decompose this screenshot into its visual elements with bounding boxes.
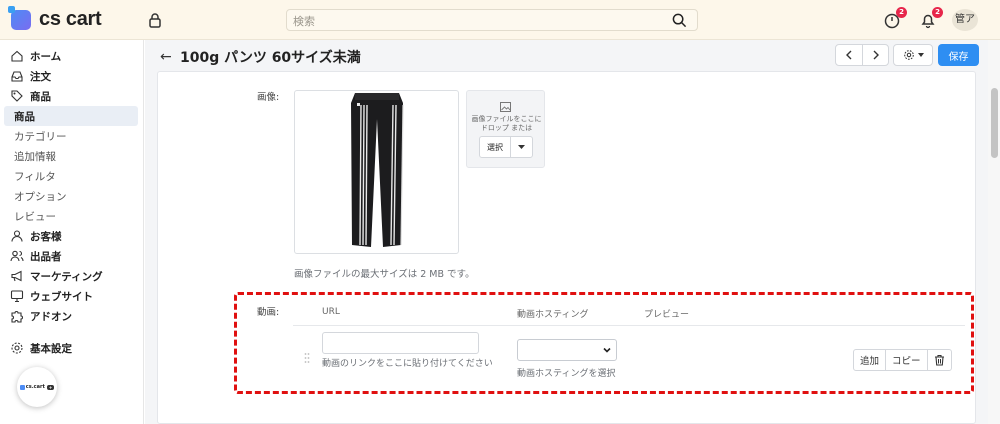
sidebar-item-website[interactable]: ウェブサイト bbox=[4, 286, 138, 306]
sidebar-subitem-options[interactable]: オプション bbox=[4, 186, 138, 206]
tag-icon bbox=[11, 90, 23, 102]
chevron-left-icon bbox=[846, 50, 852, 60]
sidebar-item-label: 基本設定 bbox=[30, 342, 72, 355]
sidebar-item-vendors[interactable]: 出品者 bbox=[4, 246, 138, 266]
back-arrow-icon[interactable]: ← bbox=[160, 49, 172, 65]
monitor-icon bbox=[10, 290, 24, 303]
video-url-help: 動画のリンクをここに貼り付けてください bbox=[322, 359, 493, 369]
table-divider bbox=[293, 325, 965, 326]
logo-icon bbox=[8, 5, 31, 30]
megaphone-icon bbox=[11, 270, 22, 282]
setup-wizard-button[interactable]: 2 bbox=[882, 7, 907, 30]
inbox-icon bbox=[11, 71, 23, 82]
sidebar-item-label: 商品 bbox=[30, 90, 51, 103]
search-icon[interactable] bbox=[672, 13, 687, 28]
users-icon bbox=[10, 250, 24, 262]
sidebar-subitem-products[interactable]: 商品 bbox=[4, 106, 138, 126]
sidebar-item-label: オプション bbox=[14, 190, 67, 203]
sidebar-item-label: お客様 bbox=[30, 230, 62, 243]
drag-handle-icon[interactable] bbox=[304, 352, 310, 364]
brand-logo[interactable]: cs cart bbox=[8, 5, 102, 31]
sidebar-item-orders[interactable]: 注文 bbox=[4, 66, 138, 86]
setup-badge: 2 bbox=[896, 7, 907, 18]
caret-down-icon bbox=[917, 53, 924, 57]
cscart-help-button[interactable]: cs.cart + bbox=[17, 367, 57, 407]
user-icon bbox=[11, 230, 23, 242]
sidebar-subitem-reviews[interactable]: レビュー bbox=[4, 206, 138, 226]
drop-instructions: 画像ファイルをここにドロップ または bbox=[471, 115, 542, 132]
video-row-actions: 追加 コピー bbox=[853, 349, 952, 371]
sidebar-subitem-categories[interactable]: カテゴリー bbox=[4, 126, 138, 146]
chevron-right-icon bbox=[873, 50, 879, 60]
gear-icon bbox=[11, 342, 23, 354]
sidebar-item-label: レビュー bbox=[14, 210, 56, 223]
sidebar-item-label: フィルタ bbox=[14, 170, 56, 183]
column-header-hosting: 動画ホスティング bbox=[517, 310, 589, 320]
sidebar-item-label: アドオン bbox=[30, 310, 72, 323]
sidebar-item-marketing[interactable]: マーケティング bbox=[4, 266, 138, 286]
sidebar-item-settings[interactable]: 基本設定 bbox=[4, 338, 138, 358]
save-button[interactable]: 保存 bbox=[938, 44, 979, 66]
cscart-mini-logo: cs.cart + bbox=[19, 384, 55, 390]
chevron-down-icon bbox=[603, 347, 611, 353]
sidebar-item-label: 注文 bbox=[30, 70, 51, 83]
search-box bbox=[286, 9, 698, 32]
sidebar-item-label: 出品者 bbox=[30, 250, 62, 263]
caret-down-icon bbox=[518, 145, 525, 149]
avatar[interactable]: 管ア bbox=[952, 9, 978, 31]
sidebar-subitem-filters[interactable]: フィルタ bbox=[4, 166, 138, 186]
video-label: 動画: bbox=[257, 307, 280, 318]
settings-dropdown-button[interactable] bbox=[893, 44, 933, 66]
prev-next-group bbox=[835, 44, 889, 66]
sidebar-subitem-features[interactable]: 追加情報 bbox=[4, 146, 138, 166]
home-icon bbox=[11, 50, 23, 62]
lock-icon[interactable] bbox=[146, 11, 164, 29]
notifications-badge: 2 bbox=[932, 7, 943, 18]
sidebar-item-label: マーケティング bbox=[30, 270, 103, 283]
video-hosting-help: 動画ホスティングを選択 bbox=[517, 369, 616, 379]
next-button[interactable] bbox=[862, 45, 888, 65]
sidebar: ホーム 注文 商品 商品 カテゴリー 追加情報 フィルタ オプション レビュー … bbox=[0, 40, 144, 424]
sidebar-item-label: ホーム bbox=[30, 50, 62, 63]
pants-image bbox=[351, 93, 404, 247]
sidebar-item-customers[interactable]: お客様 bbox=[4, 226, 138, 246]
scrollbar-thumb[interactable] bbox=[991, 88, 998, 158]
video-hosting-select[interactable] bbox=[517, 339, 617, 361]
add-video-button[interactable]: 追加 bbox=[854, 350, 885, 370]
video-url-input[interactable] bbox=[322, 332, 479, 354]
brand-name: cs cart bbox=[39, 8, 102, 30]
sidebar-item-label: カテゴリー bbox=[14, 130, 67, 143]
top-bar: cs cart 2 2 管ア bbox=[0, 0, 1000, 40]
sidebar-item-addons[interactable]: アドオン bbox=[4, 306, 138, 326]
search-input[interactable] bbox=[287, 11, 697, 32]
gear-icon bbox=[903, 50, 914, 60]
column-header-url: URL bbox=[322, 307, 340, 317]
copy-video-button[interactable]: コピー bbox=[885, 350, 927, 370]
image-select-group: 選択 bbox=[479, 136, 533, 158]
select-source-dropdown[interactable] bbox=[510, 137, 532, 157]
image-label: 画像: bbox=[257, 92, 280, 103]
image-icon bbox=[500, 102, 511, 112]
sidebar-item-label: 商品 bbox=[14, 110, 35, 123]
notifications-button[interactable]: 2 bbox=[918, 7, 943, 30]
delete-video-button[interactable] bbox=[926, 350, 951, 370]
page-title: 100g パンツ 60サイズ未満 bbox=[180, 50, 361, 66]
image-size-hint: 画像ファイルの最大サイズは 2 MB です。 bbox=[294, 269, 475, 280]
puzzle-icon bbox=[11, 311, 23, 323]
prev-button[interactable] bbox=[836, 45, 862, 65]
sidebar-item-products[interactable]: 商品 bbox=[4, 86, 138, 106]
sidebar-item-label: ウェブサイト bbox=[30, 290, 93, 303]
sidebar-item-label: 追加情報 bbox=[14, 150, 56, 163]
trash-icon bbox=[934, 354, 944, 366]
select-file-button[interactable]: 選択 bbox=[480, 137, 510, 157]
sidebar-item-home[interactable]: ホーム bbox=[4, 46, 138, 66]
product-image[interactable] bbox=[294, 90, 459, 254]
column-header-preview: プレビュー bbox=[644, 310, 690, 320]
